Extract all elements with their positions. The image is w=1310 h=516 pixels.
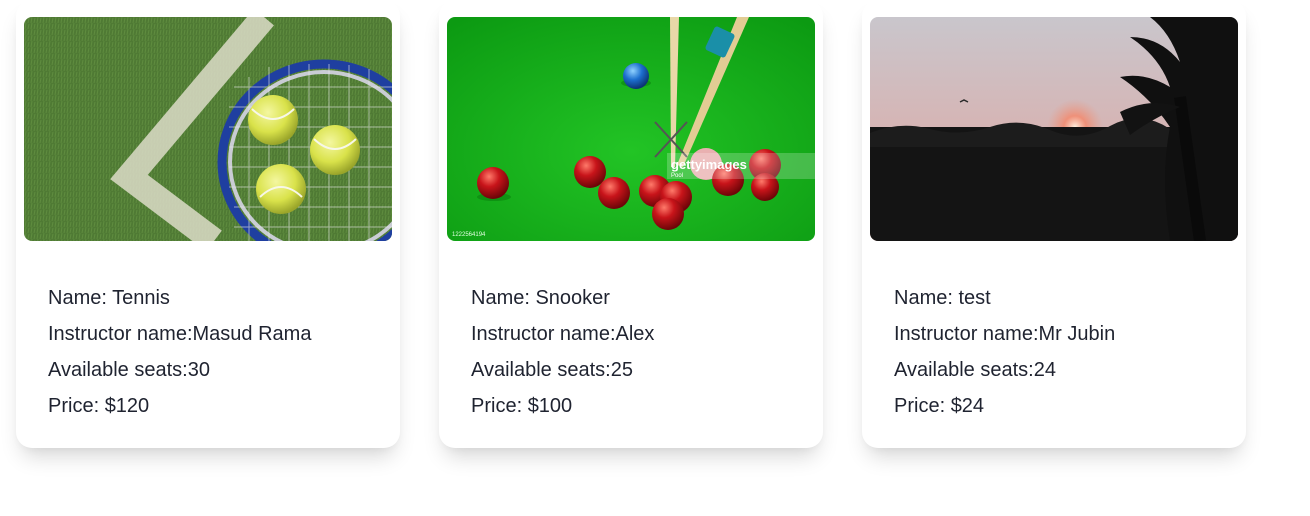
class-price: Price: $24: [894, 388, 1115, 424]
instructor-name: Instructor name:Masud Rama: [48, 316, 311, 352]
image-id-text: 1222564194: [452, 232, 486, 238]
class-image-snooker: gettyimages Pool 1222564194: [447, 17, 815, 241]
instructor-value: Mr Jubin: [1038, 323, 1116, 345]
seats-label: Available seats:: [471, 359, 611, 381]
class-name-value: Tennis: [112, 287, 170, 309]
class-card: Name: test Instructor name:Mr Jubin Avai…: [862, 0, 1246, 448]
seats-label: Available seats:: [894, 359, 1034, 381]
price-value: $24: [950, 395, 985, 417]
class-image-tennis: [24, 17, 392, 241]
instructor-label: Instructor name:: [48, 323, 193, 345]
class-price: Price: $100: [471, 388, 654, 424]
class-price: Price: $120: [48, 388, 311, 424]
class-info: Name: Snooker Instructor name:Alex Avail…: [471, 280, 654, 424]
class-info: Name: test Instructor name:Mr Jubin Avai…: [894, 280, 1115, 424]
class-name: Name: Tennis: [48, 280, 311, 316]
class-image-sunset: [870, 17, 1238, 241]
snooker-image: gettyimages Pool 1222564194: [447, 17, 815, 241]
instructor-label: Instructor name:: [471, 323, 616, 345]
watermark-text: gettyimages: [671, 157, 747, 172]
price-label: Price:: [471, 395, 528, 417]
seats-value: 25: [610, 359, 633, 381]
class-name-label: Name:: [471, 287, 536, 309]
class-card-grid: Name: Tennis Instructor name:Masud Rama …: [0, 0, 1310, 516]
class-info: Name: Tennis Instructor name:Masud Rama …: [48, 280, 311, 424]
class-name-label: Name:: [48, 287, 113, 309]
sunset-image: [870, 17, 1238, 241]
class-card: gettyimages Pool 1222564194 Name: Snooke…: [439, 0, 823, 448]
price-label: Price:: [48, 395, 105, 417]
available-seats: Available seats:25: [471, 352, 654, 388]
seats-value: 24: [1033, 359, 1056, 381]
instructor-name: Instructor name:Mr Jubin: [894, 316, 1115, 352]
class-card: Name: Tennis Instructor name:Masud Rama …: [16, 0, 400, 448]
available-seats: Available seats:30: [48, 352, 311, 388]
class-name-label: Name:: [894, 287, 959, 309]
class-name-value: Snooker: [535, 287, 610, 309]
seats-value: 30: [187, 359, 210, 381]
class-name-value: test: [958, 287, 991, 309]
price-label: Price:: [894, 395, 951, 417]
price-value: $100: [527, 395, 573, 417]
instructor-label: Instructor name:: [894, 323, 1039, 345]
watermark-sub: Pool: [671, 173, 683, 179]
available-seats: Available seats:24: [894, 352, 1115, 388]
class-name: Name: Snooker: [471, 280, 654, 316]
tennis-image: [24, 17, 392, 241]
price-value: $120: [104, 395, 150, 417]
instructor-value: Masud Rama: [192, 323, 312, 345]
instructor-name: Instructor name:Alex: [471, 316, 654, 352]
class-name: Name: test: [894, 280, 1115, 316]
instructor-value: Alex: [615, 323, 655, 345]
seats-label: Available seats:: [48, 359, 188, 381]
